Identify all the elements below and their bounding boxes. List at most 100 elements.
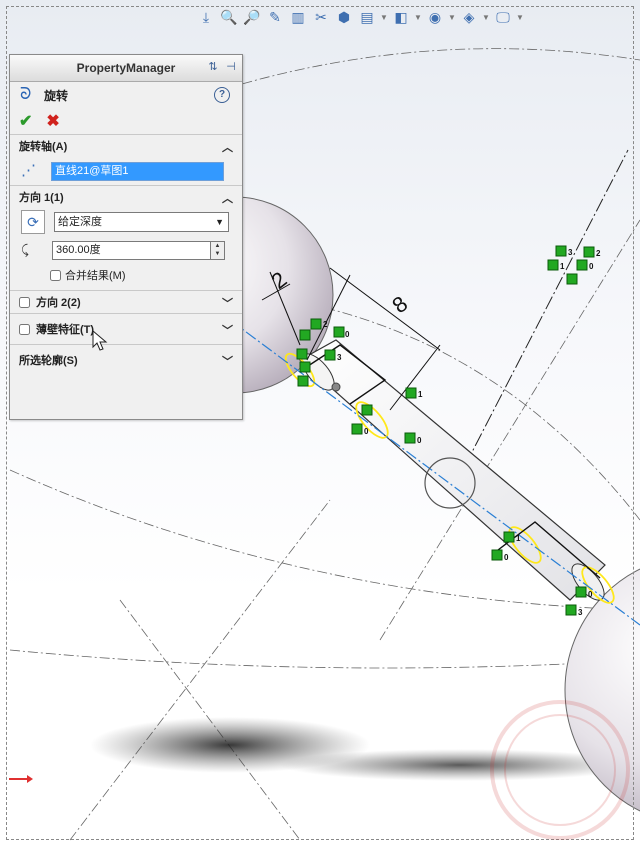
end-condition-row: ⟳ 给定深度 ▼: [10, 208, 242, 236]
svg-text:0: 0: [364, 427, 369, 436]
revolve-icon: ᘐ: [20, 86, 32, 103]
svg-text:3: 3: [568, 248, 573, 257]
svg-text:3: 3: [578, 608, 583, 617]
relation-marker: [503, 531, 515, 543]
solidworks-window: 2 8 2 0 3 0 1 0 0 1 0 3 3 2 1 0 ⤓ 🔍 🔎 ✎ …: [0, 0, 640, 846]
svg-text:0: 0: [504, 553, 509, 562]
direction2-checkbox[interactable]: [19, 296, 30, 308]
svg-text:0: 0: [417, 436, 422, 445]
expand-panel-icon[interactable]: ⇅: [206, 60, 220, 74]
merge-result-row: 合并结果(M): [10, 264, 242, 286]
relation-marker: [547, 259, 559, 271]
monitor-icon[interactable]: 🖵: [493, 7, 513, 27]
relation-marker: [583, 246, 595, 258]
angle-row: ⤹ 360.00度 ▲ ▼: [10, 236, 242, 264]
mouse-cursor-icon: [92, 330, 108, 351]
angle-icon: ⤹: [21, 242, 29, 257]
direction1-section-header[interactable]: 方向 1(1) ︿: [10, 185, 242, 208]
feature-row: ᘐ 旋转 ?: [10, 82, 242, 108]
svg-text:2: 2: [596, 249, 601, 258]
relation-marker: [296, 348, 308, 360]
action-row: ✔ ✖: [10, 108, 242, 134]
previous-view-icon[interactable]: 🔎: [242, 7, 262, 27]
chevron-down-icon[interactable]: ▼: [414, 7, 422, 27]
view-toolbar: ⤓ 🔍 🔎 ✎ ▥ ✂ ⬢ ▤ ▼ ◧ ▼ ◉ ▼ ◈ ▼ 🖵 ▼: [196, 2, 524, 32]
direction2-label: 方向 2(2): [36, 297, 81, 309]
zoom-fit-icon[interactable]: ⤓: [196, 7, 216, 27]
svg-text:0: 0: [345, 330, 350, 339]
display-style-icon[interactable]: ⬢: [334, 7, 354, 27]
chevron-down-icon[interactable]: ﹀: [222, 353, 233, 369]
property-manager-panel: PropertyManager ⇅ ⊣ ᘐ 旋转 ? ✔ ✖ 旋转轴(A) ︿ …: [9, 54, 243, 420]
angle-spinner[interactable]: ▲ ▼: [211, 240, 225, 260]
rod-body: [298, 339, 606, 601]
relation-marker: [333, 326, 345, 338]
chevron-down-icon[interactable]: ▼: [448, 7, 456, 27]
help-icon[interactable]: ?: [214, 87, 230, 103]
dynamic-annotation-icon[interactable]: ▥: [288, 7, 308, 27]
relation-marker: [576, 259, 588, 271]
relation-marker: [351, 423, 363, 435]
relation-marker: [555, 245, 567, 257]
direction1-label: 方向 1(1): [19, 192, 64, 204]
merge-result-checkbox[interactable]: [50, 269, 61, 281]
relation-marker: [405, 387, 417, 399]
axis-selection-field[interactable]: 直线21@草图1: [51, 161, 224, 181]
end-condition-select[interactable]: 给定深度 ▼: [54, 212, 229, 232]
thin-feature-section-header[interactable]: 薄壁特征(T) ﹀: [10, 313, 242, 344]
apply-scene-icon[interactable]: ◉: [425, 7, 445, 27]
svg-text:0: 0: [588, 590, 593, 599]
selected-contours-label: 所选轮廓(S): [19, 355, 78, 367]
chevron-up-icon[interactable]: ︿: [222, 139, 233, 155]
reverse-direction-icon[interactable]: ⟳: [21, 210, 45, 234]
feature-name: 旋转: [44, 88, 69, 103]
section-view-icon[interactable]: ✎: [265, 7, 285, 27]
thin-feature-checkbox[interactable]: [19, 323, 30, 335]
svg-text:0: 0: [589, 262, 594, 271]
relation-marker: [565, 604, 577, 616]
relation-marker: [310, 318, 322, 330]
angle-input[interactable]: 360.00度: [52, 240, 211, 260]
chevron-down-icon[interactable]: ﹀: [222, 295, 233, 311]
relation-marker: [404, 432, 416, 444]
relation-marker: [297, 375, 309, 387]
axis-triad-icon: [9, 775, 33, 783]
axis-row: ⋰ 直线21@草图1: [10, 157, 242, 185]
chevron-down-icon: ▼: [215, 217, 224, 227]
selected-contours-section-header[interactable]: 所选轮廓(S) ﹀: [10, 344, 242, 375]
axis-icon: ⋰: [21, 162, 36, 179]
merge-result-label: 合并结果(M): [65, 270, 126, 282]
relation-marker: [299, 329, 311, 341]
axis-section-header[interactable]: 旋转轴(A) ︿: [10, 134, 242, 157]
chevron-down-icon[interactable]: ▼: [482, 7, 490, 27]
hide-show-icon[interactable]: ▤: [357, 7, 377, 27]
chevron-down-icon[interactable]: ﹀: [222, 322, 233, 338]
axis-section-label: 旋转轴(A): [19, 141, 68, 153]
direction2-section-header[interactable]: 方向 2(2) ﹀: [10, 290, 242, 313]
relation-marker: [575, 586, 587, 598]
relation-marker: [491, 549, 503, 561]
cancel-button[interactable]: ✖: [46, 111, 59, 131]
property-manager-header: PropertyManager ⇅ ⊣: [10, 55, 242, 82]
svg-text:2: 2: [323, 320, 328, 329]
pin-icon[interactable]: ⊣: [224, 60, 238, 74]
graphics-area[interactable]: 2 8 2 0 3 0 1 0 0 1 0 3 3 2 1 0 ⤓ 🔍 🔎 ✎ …: [0, 0, 640, 846]
svg-text:1: 1: [560, 262, 565, 271]
chevron-down-icon[interactable]: ▼: [516, 7, 524, 27]
thin-feature-label: 薄壁特征(T): [36, 324, 95, 336]
view-orientation-icon[interactable]: ✂: [311, 7, 331, 27]
end-condition-value: 给定深度: [58, 216, 102, 228]
chevron-up-icon[interactable]: ︿: [222, 190, 233, 206]
relation-marker: [361, 404, 373, 416]
zoom-area-icon[interactable]: 🔍: [219, 7, 239, 27]
view-settings-icon[interactable]: ◈: [459, 7, 479, 27]
origin-point: [331, 382, 341, 392]
svg-text:3: 3: [337, 353, 342, 362]
chevron-down-icon[interactable]: ▼: [380, 7, 388, 27]
watermark-logo: [490, 700, 630, 840]
ok-button[interactable]: ✔: [19, 111, 32, 131]
svg-text:1: 1: [418, 390, 423, 399]
relation-marker: [299, 361, 311, 373]
edit-appearance-icon[interactable]: ◧: [391, 7, 411, 27]
svg-text:1: 1: [516, 534, 521, 543]
